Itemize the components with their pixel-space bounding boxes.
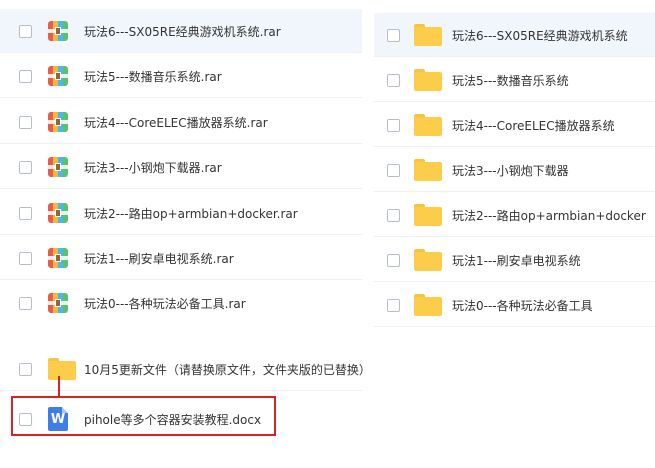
folder-name[interactable]: 玩法3---小钢炮下载器	[452, 162, 569, 179]
file-row[interactable]: 玩法5---数播音乐系统.rar	[0, 54, 362, 98]
rar-archive-icon	[48, 66, 68, 86]
row-checkbox[interactable]	[19, 296, 32, 310]
row-checkbox[interactable]	[387, 28, 400, 42]
folder-row[interactable]: 10月5更新文件（请替换原文件，文件夹版的已替换）	[0, 347, 371, 391]
file-name[interactable]: 玩法2---路由op+armbian+docker.rar	[84, 205, 298, 222]
file-row[interactable]: 玩法1---刷安卓电视系统.rar	[0, 236, 362, 280]
folder-name[interactable]: 玩法4---CoreELEC播放器系统	[452, 117, 615, 134]
folder-name[interactable]: 玩法2---路由op+armbian+docker	[452, 207, 646, 224]
file-row[interactable]: 玩法4---CoreELEC播放器系统.rar	[0, 100, 362, 144]
row-checkbox[interactable]	[19, 24, 32, 38]
row-checkbox[interactable]	[19, 362, 32, 376]
row-checkbox[interactable]	[387, 118, 400, 132]
rar-archive-icon	[48, 112, 68, 132]
folder-icon	[414, 294, 442, 316]
folder-icon	[414, 204, 442, 226]
row-checkbox[interactable]	[19, 160, 32, 174]
row-checkbox[interactable]	[387, 298, 400, 312]
row-checkbox[interactable]	[387, 208, 400, 222]
rar-archive-icon	[48, 157, 68, 177]
folder-icon	[414, 249, 442, 271]
row-checkbox[interactable]	[19, 206, 32, 220]
folder-name[interactable]: 10月5更新文件（请替换原文件，文件夹版的已替换）	[84, 361, 371, 378]
file-row[interactable]: 玩法6---SX05RE经典游戏机系统.rar	[0, 9, 362, 53]
row-checkbox[interactable]	[19, 251, 32, 265]
folder-name[interactable]: 玩法5---数播音乐系统	[452, 72, 569, 89]
folder-icon	[414, 69, 442, 91]
rar-archive-icon	[48, 203, 68, 223]
folder-icon	[414, 114, 442, 136]
rar-archive-icon	[48, 21, 68, 41]
rar-archive-icon	[48, 293, 68, 313]
folder-row[interactable]: 玩法3---小钢炮下载器	[374, 148, 655, 192]
file-name[interactable]: 玩法4---CoreELEC播放器系统.rar	[84, 114, 268, 131]
file-name[interactable]: 玩法0---各种玩法必备工具.rar	[84, 295, 246, 312]
folder-row[interactable]: 玩法6---SX05RE经典游戏机系统	[374, 13, 655, 57]
highlight-connector	[58, 376, 60, 396]
file-name[interactable]: 玩法1---刷安卓电视系统.rar	[84, 250, 234, 267]
file-name[interactable]: 玩法6---SX05RE经典游戏机系统.rar	[84, 23, 281, 40]
row-checkbox[interactable]	[387, 73, 400, 87]
row-checkbox[interactable]	[387, 253, 400, 267]
folder-row[interactable]: 玩法4---CoreELEC播放器系统	[374, 103, 655, 147]
file-row[interactable]: 玩法2---路由op+armbian+docker.rar	[0, 191, 362, 235]
row-checkbox[interactable]	[19, 69, 32, 83]
folder-icon	[414, 159, 442, 181]
rar-archive-icon	[48, 248, 68, 268]
row-checkbox[interactable]	[387, 163, 400, 177]
folder-name[interactable]: 玩法1---刷安卓电视系统	[452, 252, 581, 269]
folder-row[interactable]: 玩法2---路由op+armbian+docker	[374, 193, 655, 237]
file-name[interactable]: 玩法5---数播音乐系统.rar	[84, 68, 222, 85]
folder-row[interactable]: 玩法5---数播音乐系统	[374, 58, 655, 102]
folder-icon	[48, 358, 76, 380]
file-row[interactable]: 玩法3---小钢炮下载器.rar	[0, 145, 362, 189]
highlight-box	[11, 396, 276, 436]
file-name[interactable]: 玩法3---小钢炮下载器.rar	[84, 159, 222, 176]
folder-row[interactable]: 玩法1---刷安卓电视系统	[374, 238, 655, 282]
folder-icon	[414, 24, 442, 46]
row-checkbox[interactable]	[19, 115, 32, 129]
folder-row[interactable]: 玩法0---各种玩法必备工具	[374, 283, 655, 327]
folder-name[interactable]: 玩法6---SX05RE经典游戏机系统	[452, 27, 628, 44]
folder-name[interactable]: 玩法0---各种玩法必备工具	[452, 297, 593, 314]
file-row[interactable]: 玩法0---各种玩法必备工具.rar	[0, 281, 362, 325]
